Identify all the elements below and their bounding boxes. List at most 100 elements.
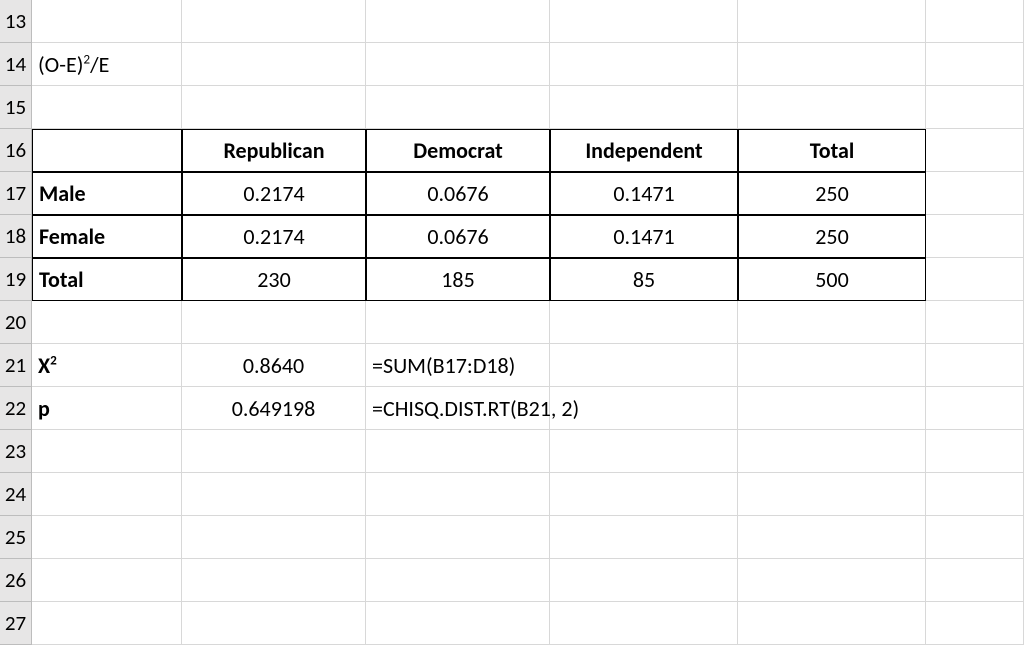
- row-label-female[interactable]: Female: [32, 215, 182, 258]
- cell-B23[interactable]: [32, 430, 182, 473]
- cell-F18[interactable]: 250: [738, 215, 926, 258]
- cell-B15[interactable]: [32, 86, 182, 129]
- cell-D23[interactable]: [366, 430, 550, 473]
- cell-B14[interactable]: (O-E)2/E: [32, 43, 182, 86]
- row-label-male[interactable]: Male: [32, 172, 182, 215]
- row-header[interactable]: 13: [0, 0, 32, 43]
- cell-G13[interactable]: [926, 0, 1024, 43]
- row-header[interactable]: 24: [0, 473, 32, 516]
- cell-E23[interactable]: [550, 430, 738, 473]
- cell-G16[interactable]: [926, 129, 1024, 172]
- cell-F21[interactable]: [738, 344, 926, 387]
- row-header[interactable]: 20: [0, 301, 32, 344]
- cell-E26[interactable]: [550, 559, 738, 602]
- cell-D19[interactable]: 185: [366, 258, 550, 301]
- cell-E20[interactable]: [550, 301, 738, 344]
- cell-B16[interactable]: [32, 129, 182, 172]
- cell-B25[interactable]: [32, 516, 182, 559]
- cell-E15[interactable]: [550, 86, 738, 129]
- row-label-total[interactable]: Total: [32, 258, 182, 301]
- row-header[interactable]: 15: [0, 86, 32, 129]
- cell-F23[interactable]: [738, 430, 926, 473]
- cell-D26[interactable]: [366, 559, 550, 602]
- cell-F15[interactable]: [738, 86, 926, 129]
- cell-E19[interactable]: 85: [550, 258, 738, 301]
- col-header-democrat[interactable]: Democrat: [366, 129, 550, 172]
- cell-C17[interactable]: 0.2174: [182, 172, 366, 215]
- col-header-total[interactable]: Total: [738, 129, 926, 172]
- cell-F20[interactable]: [738, 301, 926, 344]
- cell-C25[interactable]: [182, 516, 366, 559]
- cell-D24[interactable]: [366, 473, 550, 516]
- cell-G20[interactable]: [926, 301, 1024, 344]
- cell-G21[interactable]: [926, 344, 1024, 387]
- col-header-independent[interactable]: Independent: [550, 129, 738, 172]
- cell-C26[interactable]: [182, 559, 366, 602]
- cell-D20[interactable]: [366, 301, 550, 344]
- cell-C24[interactable]: [182, 473, 366, 516]
- cell-E25[interactable]: [550, 516, 738, 559]
- cell-G22[interactable]: [926, 387, 1024, 430]
- row-header[interactable]: 27: [0, 602, 32, 645]
- cell-E21[interactable]: [550, 344, 738, 387]
- cell-D13[interactable]: [366, 0, 550, 43]
- cell-D17[interactable]: 0.0676: [366, 172, 550, 215]
- cell-C27[interactable]: [182, 602, 366, 645]
- cell-B26[interactable]: [32, 559, 182, 602]
- chi-square-value[interactable]: 0.8640: [182, 344, 366, 387]
- cell-F26[interactable]: [738, 559, 926, 602]
- p-value[interactable]: 0.649198: [182, 387, 366, 430]
- cell-D15[interactable]: [366, 86, 550, 129]
- row-header[interactable]: 26: [0, 559, 32, 602]
- row-header[interactable]: 25: [0, 516, 32, 559]
- cell-F22[interactable]: [738, 387, 926, 430]
- cell-G26[interactable]: [926, 559, 1024, 602]
- cell-G25[interactable]: [926, 516, 1024, 559]
- cell-E27[interactable]: [550, 602, 738, 645]
- cell-G19[interactable]: [926, 258, 1024, 301]
- cell-C13[interactable]: [182, 0, 366, 43]
- row-header[interactable]: 14: [0, 43, 32, 86]
- cell-F24[interactable]: [738, 473, 926, 516]
- cell-C15[interactable]: [182, 86, 366, 129]
- cell-B24[interactable]: [32, 473, 182, 516]
- cell-E18[interactable]: 0.1471: [550, 215, 738, 258]
- cell-B20[interactable]: [32, 301, 182, 344]
- cell-D25[interactable]: [366, 516, 550, 559]
- cell-G15[interactable]: [926, 86, 1024, 129]
- row-header[interactable]: 19: [0, 258, 32, 301]
- cell-E14[interactable]: [550, 43, 738, 86]
- p-label[interactable]: p: [32, 387, 182, 430]
- chi-square-formula[interactable]: =SUM(B17:D18): [366, 344, 550, 387]
- cell-D14[interactable]: [366, 43, 550, 86]
- cell-E13[interactable]: [550, 0, 738, 43]
- row-header[interactable]: 17: [0, 172, 32, 215]
- cell-E17[interactable]: 0.1471: [550, 172, 738, 215]
- cell-D27[interactable]: [366, 602, 550, 645]
- row-header[interactable]: 21: [0, 344, 32, 387]
- cell-G18[interactable]: [926, 215, 1024, 258]
- cell-F27[interactable]: [738, 602, 926, 645]
- col-header-republican[interactable]: Republican: [182, 129, 366, 172]
- cell-F17[interactable]: 250: [738, 172, 926, 215]
- cell-B27[interactable]: [32, 602, 182, 645]
- cell-C14[interactable]: [182, 43, 366, 86]
- p-formula[interactable]: =CHISQ.DIST.RT(B21, 2): [366, 387, 550, 430]
- cell-F14[interactable]: [738, 43, 926, 86]
- cell-C20[interactable]: [182, 301, 366, 344]
- cell-D18[interactable]: 0.0676: [366, 215, 550, 258]
- cell-C18[interactable]: 0.2174: [182, 215, 366, 258]
- cell-F19[interactable]: 500: [738, 258, 926, 301]
- row-header[interactable]: 16: [0, 129, 32, 172]
- cell-G24[interactable]: [926, 473, 1024, 516]
- cell-E24[interactable]: [550, 473, 738, 516]
- cell-F13[interactable]: [738, 0, 926, 43]
- cell-C23[interactable]: [182, 430, 366, 473]
- cell-G17[interactable]: [926, 172, 1024, 215]
- row-header[interactable]: 18: [0, 215, 32, 258]
- cell-B13[interactable]: [32, 0, 182, 43]
- row-header[interactable]: 23: [0, 430, 32, 473]
- cell-C19[interactable]: 230: [182, 258, 366, 301]
- chi-square-label[interactable]: X2: [32, 344, 182, 387]
- cell-G27[interactable]: [926, 602, 1024, 645]
